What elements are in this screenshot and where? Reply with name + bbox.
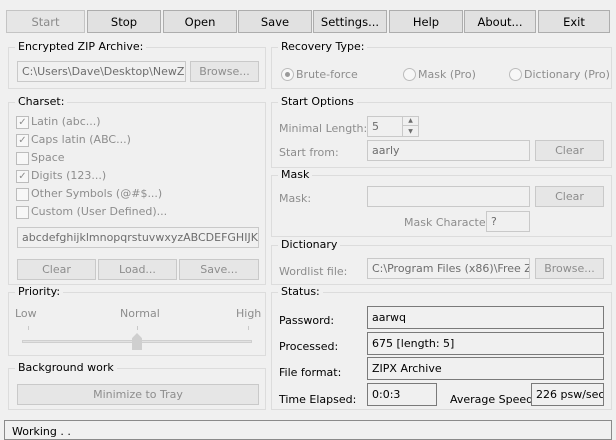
recovery-option-label: Mask (Pro): [418, 68, 476, 81]
stop-button[interactable]: Stop: [87, 10, 161, 33]
charset-option-label: Other Symbols (@#$...): [31, 187, 163, 200]
time-elapsed-value: 0:0:3: [367, 383, 437, 406]
priority-group-title: Priority:: [15, 285, 64, 298]
mask-clear-button[interactable]: Clear: [535, 186, 604, 207]
save-button[interactable]: Save: [238, 10, 312, 33]
charset-save-button[interactable]: Save...: [179, 259, 259, 280]
about-button[interactable]: About...: [464, 10, 536, 33]
average-speed-value: 226 psw/sec: [531, 383, 604, 406]
exit-button[interactable]: Exit: [538, 10, 610, 33]
open-button[interactable]: Open: [163, 10, 237, 33]
wordlist-label: Wordlist file:: [279, 265, 348, 278]
priority-tick-low: [28, 326, 29, 330]
settings-button[interactable]: Settings...: [313, 10, 387, 33]
mask-character-label: Mask Character:: [404, 216, 494, 229]
priority-tick-normal: [137, 326, 138, 330]
charset-option-label: Digits (123...): [31, 169, 107, 182]
charset-option-label: Caps latin (ABC...): [31, 133, 131, 146]
minimal-length-value: 5: [372, 120, 379, 133]
archive-browse-button[interactable]: Browse...: [190, 61, 259, 82]
start-options-group-title: Start Options: [278, 95, 357, 108]
start-button[interactable]: Start: [6, 10, 85, 33]
charset-preview-field[interactable]: abcdefghijklmnopqrstuvwxyzABCDEFGHIJKLMN…: [17, 227, 259, 248]
wordlist-field[interactable]: C:\Program Files (x86)\Free ZIP: [367, 258, 530, 279]
minimize-to-tray-button[interactable]: Minimize to Tray: [17, 384, 259, 405]
background-group-title: Background work: [15, 361, 117, 374]
checkbox-icon[interactable]: [16, 206, 29, 219]
checkbox-icon[interactable]: [16, 152, 29, 165]
recovery-option-label: Dictionary (Pro): [524, 68, 610, 81]
minimal-length-stepper[interactable]: 5 ▲ ▼: [367, 116, 419, 137]
start-from-field[interactable]: aarly: [367, 140, 530, 161]
help-button[interactable]: Help: [389, 10, 463, 33]
minimal-length-spin[interactable]: ▲ ▼: [402, 117, 418, 136]
priority-high-label: High: [236, 307, 262, 320]
charset-group-title: Charset:: [15, 95, 68, 108]
charset-clear-button[interactable]: Clear: [17, 259, 96, 280]
mask-label: Mask:: [279, 192, 312, 205]
radio-selected-icon[interactable]: [281, 68, 294, 81]
checkbox-checked-icon[interactable]: ✓: [16, 170, 29, 183]
priority-low-label: Low: [15, 307, 37, 320]
dictionary-group-title: Dictionary: [278, 238, 341, 251]
charset-option-label: Custom (User Defined)...: [31, 205, 168, 218]
spin-up-icon[interactable]: ▲: [403, 117, 418, 126]
processed-label: Processed:: [279, 340, 339, 353]
charset-option-label: Space: [31, 151, 65, 164]
mask-character-field[interactable]: ?: [486, 211, 530, 232]
file-format-value: ZIPX Archive: [367, 357, 604, 380]
minimal-length-label: Minimal Length:: [279, 122, 368, 135]
time-elapsed-label: Time Elapsed:: [279, 393, 357, 406]
recovery-type-group-title: Recovery Type:: [278, 40, 368, 53]
status-bar-text: Working . .: [12, 425, 71, 438]
password-label: Password:: [279, 314, 335, 327]
start-from-clear-button[interactable]: Clear: [535, 140, 604, 161]
password-value: aarwq: [367, 306, 604, 329]
checkbox-icon[interactable]: [16, 188, 29, 201]
mask-field[interactable]: [367, 186, 530, 207]
wordlist-browse-button[interactable]: Browse...: [535, 258, 604, 279]
priority-normal-label: Normal: [120, 307, 160, 320]
start-from-label: Start from:: [279, 146, 339, 159]
average-speed-label: Average Speed:: [450, 393, 537, 406]
status-bar: Working . .: [4, 420, 612, 440]
archive-group-title: Encrypted ZIP Archive:: [15, 40, 147, 53]
file-format-label: File format:: [279, 366, 342, 379]
mask-group-title: Mask: [278, 168, 313, 181]
recovery-option-label: Brute-force: [296, 68, 358, 81]
radio-icon[interactable]: [403, 68, 416, 81]
radio-icon[interactable]: [509, 68, 522, 81]
status-group-title: Status:: [278, 285, 323, 298]
processed-value: 675 [length: 5]: [367, 332, 604, 355]
charset-load-button[interactable]: Load...: [98, 259, 177, 280]
priority-tick-high: [248, 326, 249, 330]
charset-option-label: Latin (abc...): [31, 115, 101, 128]
checkbox-checked-icon[interactable]: ✓: [16, 116, 29, 129]
archive-path-field[interactable]: C:\Users\Dave\Desktop\NewZip.z: [17, 61, 186, 82]
spin-down-icon[interactable]: ▼: [403, 126, 418, 136]
checkbox-checked-icon[interactable]: ✓: [16, 134, 29, 147]
